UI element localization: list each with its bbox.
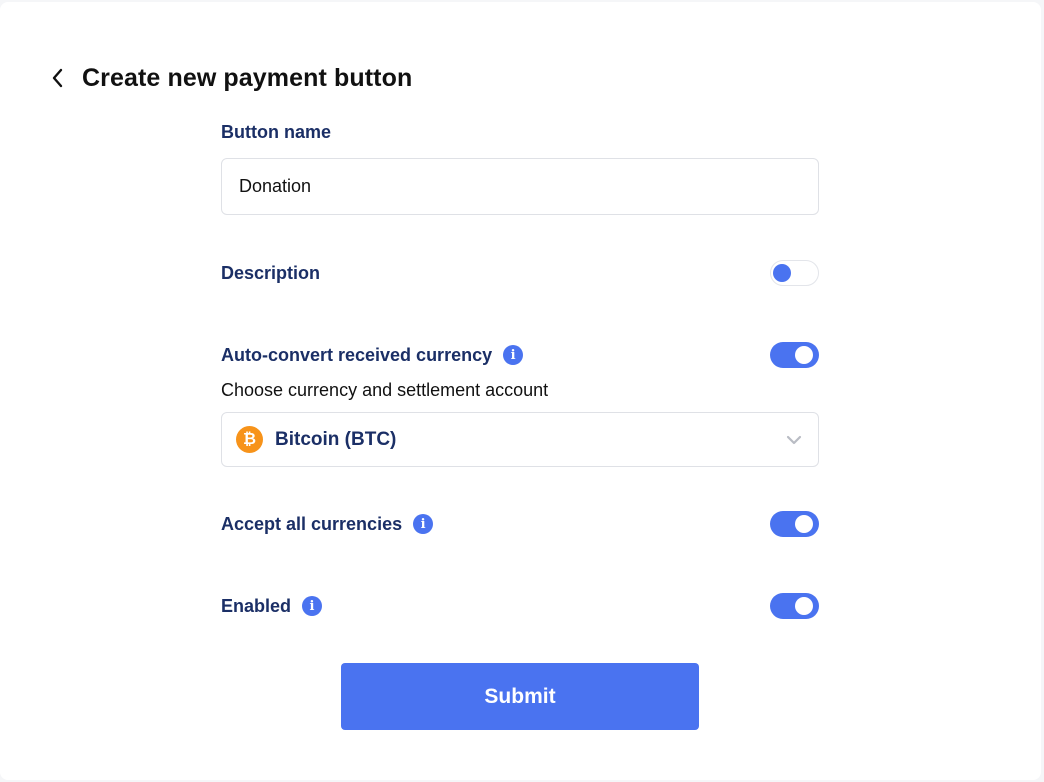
enabled-row: Enabled i xyxy=(221,592,819,620)
accept-all-toggle[interactable] xyxy=(770,511,819,537)
button-name-input[interactable] xyxy=(221,158,819,215)
enabled-label: Enabled xyxy=(221,595,292,616)
toggle-knob xyxy=(795,597,813,615)
chevron-down-icon[interactable] xyxy=(786,435,802,445)
toggle-knob xyxy=(795,515,813,533)
selected-currency: Bitcoin (BTC) xyxy=(275,428,397,450)
chevron-left-icon[interactable] xyxy=(51,68,65,88)
page-title: Create new payment button xyxy=(82,63,413,92)
enabled-toggle[interactable] xyxy=(770,593,819,619)
info-icon[interactable]: i xyxy=(413,514,434,534)
description-row: Description xyxy=(221,259,819,287)
back-button[interactable] xyxy=(46,62,70,94)
payment-button-form-card: Create new payment button Button name De… xyxy=(0,2,1041,780)
description-toggle[interactable] xyxy=(770,260,819,286)
accept-all-row: Accept all currencies i xyxy=(221,510,819,538)
toggle-knob xyxy=(773,264,791,282)
toggle-knob xyxy=(795,346,813,364)
currency-settlement-label: Choose currency and settlement account xyxy=(221,380,549,400)
page-header: Create new payment button xyxy=(46,62,412,94)
info-icon[interactable]: i xyxy=(302,596,323,616)
description-label: Description xyxy=(221,262,321,283)
auto-convert-toggle[interactable] xyxy=(770,342,819,368)
bitcoin-icon: ₿ xyxy=(236,426,263,453)
submit-button[interactable]: Submit xyxy=(341,663,699,730)
auto-convert-row: Auto-convert received currency i xyxy=(221,341,819,369)
accept-all-label: Accept all currencies xyxy=(221,513,403,534)
button-name-label: Button name xyxy=(221,122,331,142)
auto-convert-label: Auto-convert received currency xyxy=(221,344,493,365)
currency-select[interactable]: ₿ Bitcoin (BTC) xyxy=(221,412,819,467)
info-icon[interactable]: i xyxy=(503,345,524,365)
